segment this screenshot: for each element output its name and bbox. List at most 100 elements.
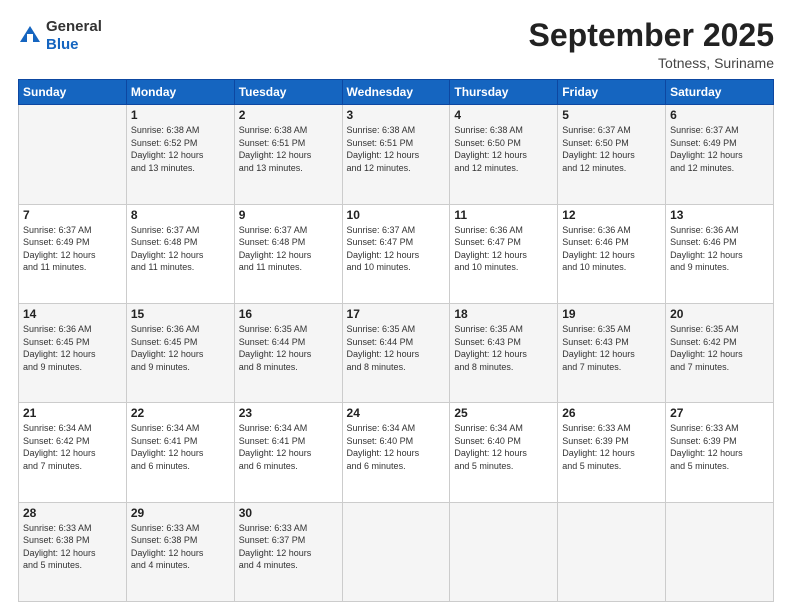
day-info: Sunrise: 6:36 AM Sunset: 6:45 PM Dayligh… <box>23 323 122 373</box>
calendar-table: Sunday Monday Tuesday Wednesday Thursday… <box>18 79 774 602</box>
calendar-week-row: 28 Sunrise: 6:33 AM Sunset: 6:38 PM Dayli… <box>19 502 774 601</box>
day-number: 16 <box>239 307 338 321</box>
calendar-header-row: Sunday Monday Tuesday Wednesday Thursday… <box>19 80 774 105</box>
table-cell: 28 Sunrise: 6:33 AM Sunset: 6:38 PM Dayli… <box>19 502 127 601</box>
day-info: Sunrise: 6:37 AM Sunset: 6:48 PM Dayligh… <box>131 224 230 274</box>
day-info: Sunrise: 6:34 AM Sunset: 6:42 PM Dayligh… <box>23 422 122 472</box>
day-info: Sunrise: 6:38 AM Sunset: 6:51 PM Dayligh… <box>239 124 338 174</box>
logo: General Blue <box>18 18 102 54</box>
table-cell: 7 Sunrise: 6:37 AM Sunset: 6:49 PM Daylig… <box>19 204 127 303</box>
col-monday: Monday <box>126 80 234 105</box>
day-number: 11 <box>454 208 553 222</box>
day-info: Sunrise: 6:34 AM Sunset: 6:40 PM Dayligh… <box>347 422 446 472</box>
day-number: 30 <box>239 506 338 520</box>
table-cell: 20Sunrise: 6:35 AM Sunset: 6:42 PM Dayli… <box>666 303 774 402</box>
day-info: Sunrise: 6:33 AM Sunset: 6:38 PM Dayligh… <box>131 522 230 572</box>
day-info: Sunrise: 6:38 AM Sunset: 6:51 PM Dayligh… <box>347 124 446 174</box>
table-cell: 21 Sunrise: 6:34 AM Sunset: 6:42 PM Dayli… <box>19 403 127 502</box>
day-number: 2 <box>239 108 338 122</box>
table-cell: 14 Sunrise: 6:36 AM Sunset: 6:45 PM Dayli… <box>19 303 127 402</box>
table-cell: 19Sunrise: 6:35 AM Sunset: 6:43 PM Dayli… <box>558 303 666 402</box>
day-number: 20 <box>670 307 769 321</box>
day-info: Sunrise: 6:34 AM Sunset: 6:41 PM Dayligh… <box>239 422 338 472</box>
table-cell: 4 Sunrise: 6:38 AM Sunset: 6:50 PM Daylig… <box>450 105 558 204</box>
day-number: 6 <box>670 108 769 122</box>
table-cell <box>450 502 558 601</box>
day-info: Sunrise: 6:37 AM Sunset: 6:48 PM Dayligh… <box>239 224 338 274</box>
day-number: 7 <box>23 208 122 222</box>
day-number: 3 <box>347 108 446 122</box>
table-cell: 15 Sunrise: 6:36 AM Sunset: 6:45 PM Dayli… <box>126 303 234 402</box>
col-wednesday: Wednesday <box>342 80 450 105</box>
day-info: Sunrise: 6:36 AM Sunset: 6:45 PM Dayligh… <box>131 323 230 373</box>
title-block: September 2025 Totness, Suriname <box>529 18 774 71</box>
day-number: 21 <box>23 406 122 420</box>
table-cell: 25Sunrise: 6:34 AM Sunset: 6:40 PM Dayli… <box>450 403 558 502</box>
table-cell: 29 Sunrise: 6:33 AM Sunset: 6:38 PM Dayli… <box>126 502 234 601</box>
day-number: 27 <box>670 406 769 420</box>
table-cell: 6Sunrise: 6:37 AM Sunset: 6:49 PM Daylig… <box>666 105 774 204</box>
col-sunday: Sunday <box>19 80 127 105</box>
calendar-week-row: 14 Sunrise: 6:36 AM Sunset: 6:45 PM Dayli… <box>19 303 774 402</box>
day-number: 22 <box>131 406 230 420</box>
day-info: Sunrise: 6:35 AM Sunset: 6:44 PM Dayligh… <box>347 323 446 373</box>
day-number: 5 <box>562 108 661 122</box>
day-number: 10 <box>347 208 446 222</box>
table-cell: 26 Sunrise: 6:33 AM Sunset: 6:39 PM Dayli… <box>558 403 666 502</box>
day-number: 29 <box>131 506 230 520</box>
day-info: Sunrise: 6:34 AM Sunset: 6:41 PM Dayligh… <box>131 422 230 472</box>
day-number: 9 <box>239 208 338 222</box>
day-number: 24 <box>347 406 446 420</box>
logo-icon <box>18 24 42 48</box>
day-number: 17 <box>347 307 446 321</box>
page: General Blue September 2025 Totness, Sur… <box>0 0 792 612</box>
table-cell: 18Sunrise: 6:35 AM Sunset: 6:43 PM Dayli… <box>450 303 558 402</box>
col-thursday: Thursday <box>450 80 558 105</box>
table-cell: 17 Sunrise: 6:35 AM Sunset: 6:44 PM Dayli… <box>342 303 450 402</box>
day-info: Sunrise: 6:37 AM Sunset: 6:47 PM Dayligh… <box>347 224 446 274</box>
location: Totness, Suriname <box>529 55 774 71</box>
table-cell <box>666 502 774 601</box>
table-cell: 11Sunrise: 6:36 AM Sunset: 6:47 PM Dayli… <box>450 204 558 303</box>
table-cell: 23Sunrise: 6:34 AM Sunset: 6:41 PM Dayli… <box>234 403 342 502</box>
col-tuesday: Tuesday <box>234 80 342 105</box>
table-cell: 10 Sunrise: 6:37 AM Sunset: 6:47 PM Dayli… <box>342 204 450 303</box>
day-number: 1 <box>131 108 230 122</box>
table-cell: 5 Sunrise: 6:37 AM Sunset: 6:50 PM Daylig… <box>558 105 666 204</box>
table-cell: 8 Sunrise: 6:37 AM Sunset: 6:48 PM Daylig… <box>126 204 234 303</box>
day-number: 4 <box>454 108 553 122</box>
day-info: Sunrise: 6:34 AM Sunset: 6:40 PM Dayligh… <box>454 422 553 472</box>
table-cell: 22 Sunrise: 6:34 AM Sunset: 6:41 PM Dayli… <box>126 403 234 502</box>
table-cell <box>19 105 127 204</box>
table-cell <box>558 502 666 601</box>
table-cell: 13 Sunrise: 6:36 AM Sunset: 6:46 PM Dayli… <box>666 204 774 303</box>
table-cell: 12Sunrise: 6:36 AM Sunset: 6:46 PM Dayli… <box>558 204 666 303</box>
day-number: 12 <box>562 208 661 222</box>
table-cell <box>342 502 450 601</box>
day-number: 28 <box>23 506 122 520</box>
day-number: 26 <box>562 406 661 420</box>
day-number: 15 <box>131 307 230 321</box>
table-cell: 1Sunrise: 6:38 AM Sunset: 6:52 PM Daylig… <box>126 105 234 204</box>
header: General Blue September 2025 Totness, Sur… <box>18 18 774 71</box>
day-number: 14 <box>23 307 122 321</box>
day-info: Sunrise: 6:33 AM Sunset: 6:39 PM Dayligh… <box>562 422 661 472</box>
day-info: Sunrise: 6:33 AM Sunset: 6:38 PM Dayligh… <box>23 522 122 572</box>
day-number: 13 <box>670 208 769 222</box>
table-cell: 24 Sunrise: 6:34 AM Sunset: 6:40 PM Dayli… <box>342 403 450 502</box>
col-friday: Friday <box>558 80 666 105</box>
day-info: Sunrise: 6:35 AM Sunset: 6:43 PM Dayligh… <box>562 323 661 373</box>
day-number: 8 <box>131 208 230 222</box>
day-info: Sunrise: 6:36 AM Sunset: 6:46 PM Dayligh… <box>670 224 769 274</box>
calendar-week-row: 21 Sunrise: 6:34 AM Sunset: 6:42 PM Dayli… <box>19 403 774 502</box>
logo-text: General Blue <box>46 18 102 54</box>
table-cell: 16 Sunrise: 6:35 AM Sunset: 6:44 PM Dayli… <box>234 303 342 402</box>
day-info: Sunrise: 6:37 AM Sunset: 6:50 PM Dayligh… <box>562 124 661 174</box>
table-cell: 2 Sunrise: 6:38 AM Sunset: 6:51 PM Daylig… <box>234 105 342 204</box>
table-cell: 27Sunrise: 6:33 AM Sunset: 6:39 PM Dayli… <box>666 403 774 502</box>
day-info: Sunrise: 6:38 AM Sunset: 6:50 PM Dayligh… <box>454 124 553 174</box>
day-info: Sunrise: 6:35 AM Sunset: 6:44 PM Dayligh… <box>239 323 338 373</box>
logo-blue: Blue <box>46 36 79 53</box>
table-cell: 9 Sunrise: 6:37 AM Sunset: 6:48 PM Daylig… <box>234 204 342 303</box>
day-info: Sunrise: 6:37 AM Sunset: 6:49 PM Dayligh… <box>23 224 122 274</box>
